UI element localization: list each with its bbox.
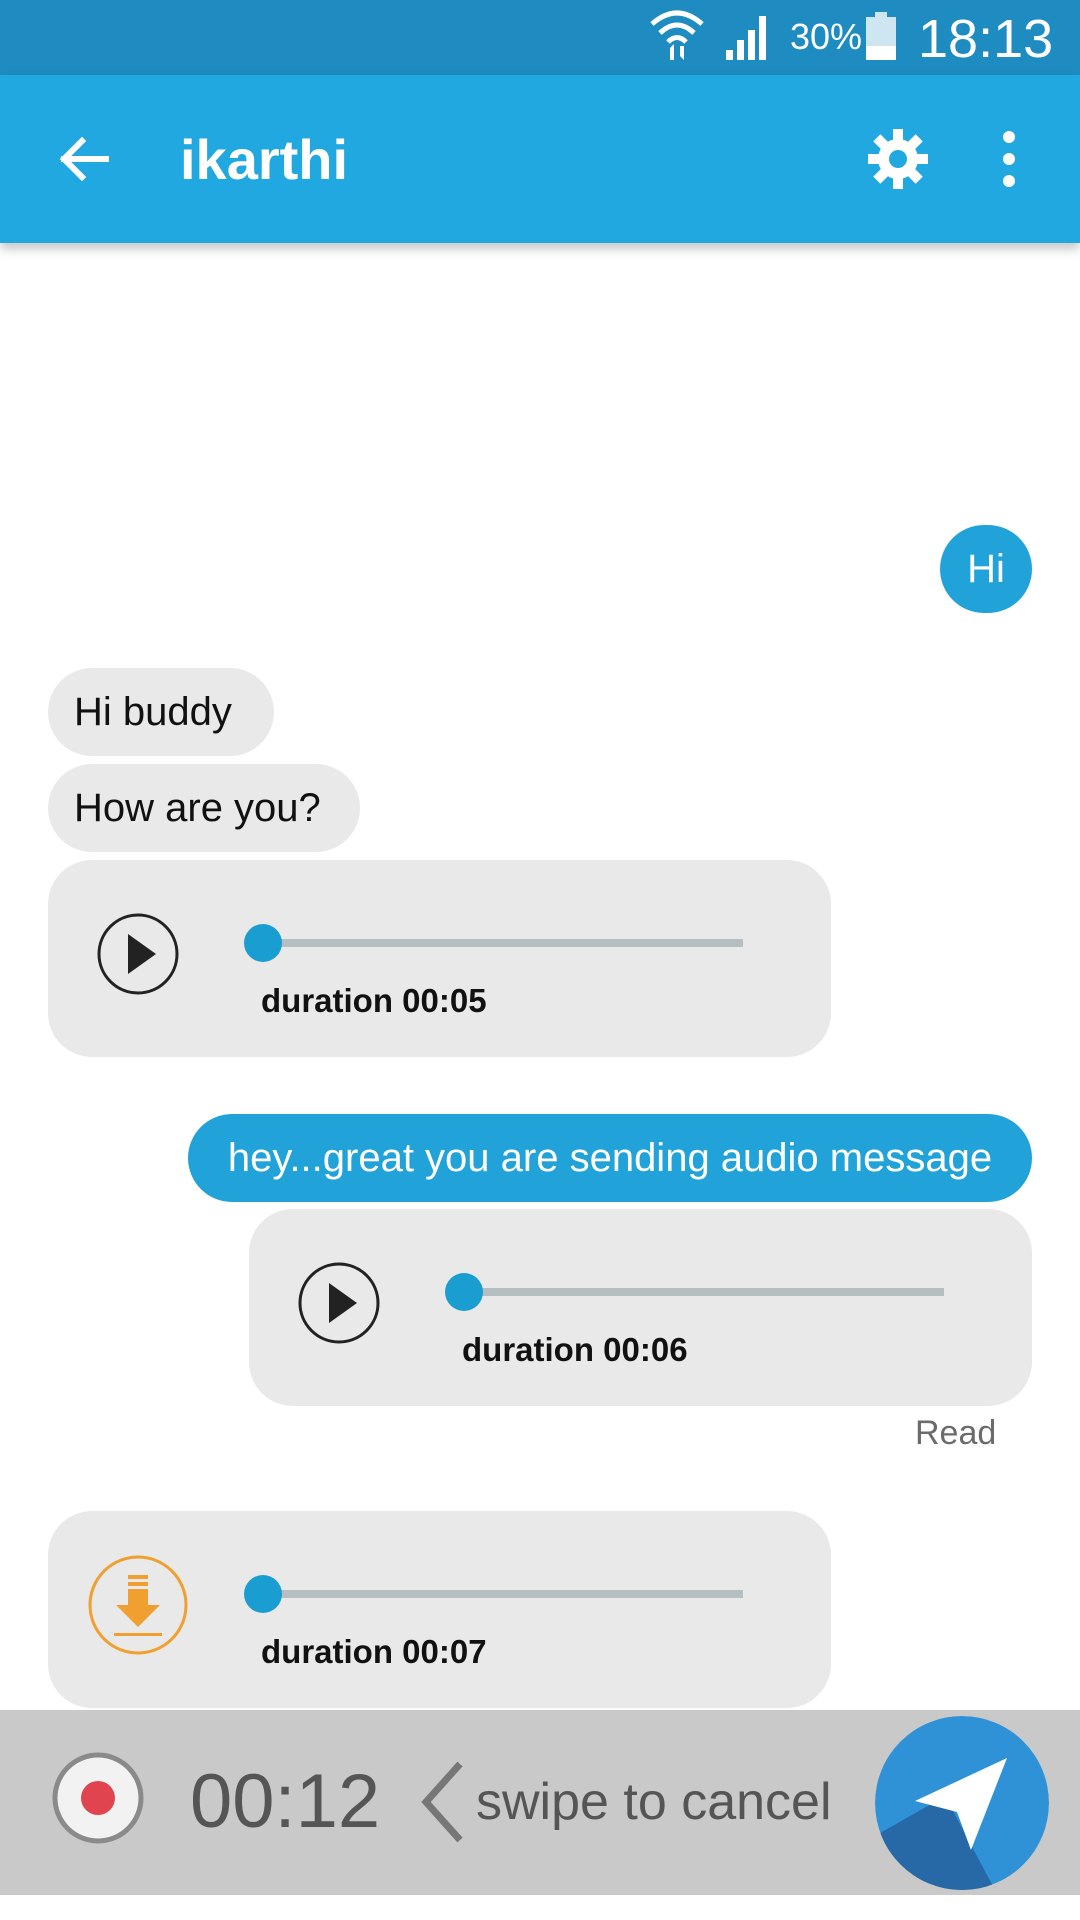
message-text: Hi buddy [74, 689, 232, 734]
outgoing-message[interactable]: Hi [940, 525, 1032, 613]
record-icon [52, 1752, 144, 1844]
arrow-left-icon[interactable] [52, 127, 116, 191]
audio-duration: duration 00:05 [261, 982, 487, 1019]
download-icon[interactable] [88, 1555, 188, 1655]
battery-percent: 30% [790, 16, 863, 57]
gear-icon[interactable] [866, 127, 930, 191]
signal-icon [726, 16, 766, 60]
wifi-icon [650, 10, 704, 60]
audio-duration: duration 00:07 [261, 1633, 487, 1670]
message-text: hey...great you are sending audio messag… [227, 1135, 993, 1180]
audio-seek-thumb[interactable] [445, 1273, 483, 1311]
status-bar: 30% 18:13 [0, 0, 1080, 75]
audio-seek-bar[interactable] [244, 1575, 743, 1613]
battery-icon [866, 12, 896, 60]
outgoing-message[interactable]: hey...great you are sending audio messag… [188, 1114, 1032, 1202]
message-text: How are you? [74, 785, 321, 830]
app-bar: ikarthi [0, 75, 1080, 243]
incoming-audio-message: duration 00:07 [48, 1511, 831, 1708]
audio-seek-thumb[interactable] [244, 1575, 282, 1613]
swipe-to-cancel-label: swipe to cancel [476, 1773, 832, 1831]
incoming-audio-message: duration 00:05 [48, 860, 831, 1057]
send-button[interactable] [875, 1716, 1049, 1890]
audio-seek-bar[interactable] [244, 924, 743, 962]
more-vertical-icon[interactable] [984, 127, 1034, 191]
status-time: 18:13 [918, 9, 1054, 69]
play-icon[interactable] [88, 904, 188, 1004]
audio-seek-thumb[interactable] [244, 924, 282, 962]
audio-duration: duration 00:06 [462, 1331, 688, 1368]
incoming-message[interactable]: How are you? [48, 764, 360, 852]
read-receipt: Read [915, 1414, 997, 1452]
send-icon [875, 1716, 1049, 1890]
play-icon[interactable] [289, 1253, 389, 1353]
chat-title: ikarthi [180, 128, 349, 191]
recording-bar: 00:12 swipe to cancel [0, 1710, 1080, 1895]
chevron-left-icon [421, 1761, 463, 1843]
recording-timer: 00:12 [190, 1759, 381, 1844]
incoming-message[interactable]: Hi buddy [48, 668, 274, 756]
audio-seek-bar[interactable] [445, 1273, 944, 1311]
message-text: Hi [967, 546, 1005, 591]
outgoing-audio-message: duration 00:06 [249, 1209, 1032, 1406]
